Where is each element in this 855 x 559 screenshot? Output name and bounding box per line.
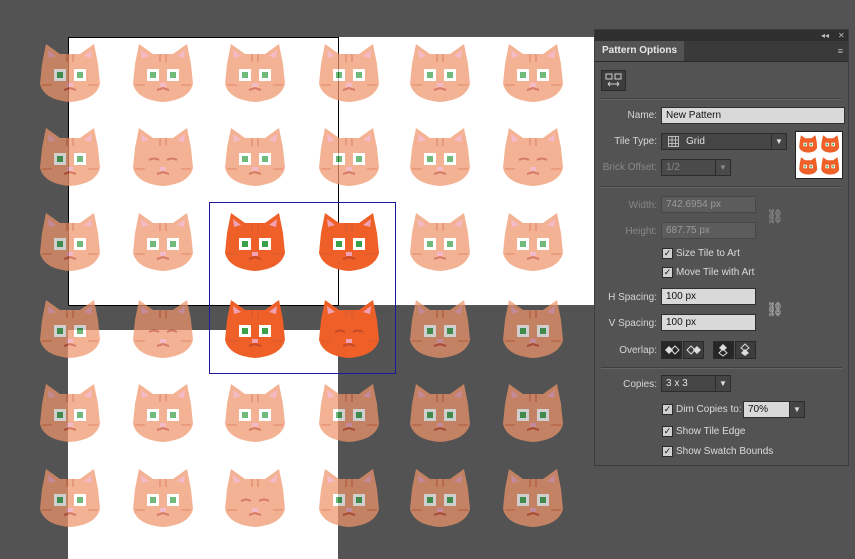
cat-tile [221,40,289,108]
copies-value: 3 x 3 [666,378,688,389]
cat-tile [406,380,474,448]
cat-tile [406,465,474,533]
show-tile-edge-label: Show Tile Edge [676,426,746,437]
v-spacing-field[interactable]: 100 px [661,314,756,331]
cat-tile [36,40,104,108]
brick-offset-value: 1/2 [666,162,680,173]
dim-copies-label: Dim Copies to: [676,404,742,415]
cat-tile [36,296,104,364]
width-field: 742.6954 px [661,196,756,213]
cat-tile [499,124,567,192]
cat-tile [499,40,567,108]
cat-tile [406,40,474,108]
cat-tile [129,296,197,364]
cat-tile [129,40,197,108]
overlap-left-in-front-button[interactable] [661,341,682,359]
overlap-bottom-in-front-button[interactable] [735,341,756,359]
cat-tile [129,124,197,192]
separator [601,98,842,100]
dim-copies-value: 70% [748,404,769,415]
tile-type-select[interactable]: Grid ▼ [661,133,787,150]
overlap-top-in-front-button[interactable] [713,341,734,359]
overlap-left-icon [665,345,680,355]
cat-tile [315,124,383,192]
show-tile-edge-checkbox[interactable]: ✓ [662,426,673,437]
cat-tile [315,380,383,448]
cat-tile [129,209,197,277]
move-tile-with-art-label: Move Tile with Art [676,267,755,278]
brick-offset-select: 1/2 ▼ [661,159,731,176]
height-label: Height: [625,226,657,237]
tile-editor-tool-button[interactable] [601,70,626,91]
show-swatch-bounds-checkbox[interactable]: ✓ [662,446,673,457]
canvas[interactable] [0,0,594,559]
h-spacing-field[interactable]: 100 px [661,288,756,305]
chevron-down-icon[interactable]: ▼ [789,402,804,417]
chevron-down-icon: ▼ [771,134,786,149]
h-spacing-label: H Spacing: [608,292,657,303]
cat-tile [499,465,567,533]
cat-tile [221,124,289,192]
width-label: Width: [628,200,657,211]
cat-tile [406,209,474,277]
brick-offset-label: Brick Offset: [602,162,657,173]
name-label: Name: [627,110,657,121]
dim-copies-checkbox[interactable]: ✓ [662,404,673,415]
panel-menu-icon[interactable]: ≡ [838,46,843,56]
dim-copies-field[interactable]: 70% ▼ [743,401,805,418]
tile-type-label: Tile Type: [614,136,657,147]
cat-tile [36,380,104,448]
cat-tile [499,296,567,364]
overlap-label: Overlap: [619,345,657,356]
swatch-preview [795,131,843,179]
cat-tile [221,380,289,448]
copies-label: Copies: [623,379,657,390]
tab-pattern-options[interactable]: Pattern Options [595,41,685,61]
cat-tile [315,465,383,533]
separator [601,186,842,188]
close-icon[interactable]: ✕ [838,30,845,41]
name-field[interactable]: New Pattern [661,107,845,124]
move-tile-with-art-checkbox[interactable]: ✓ [662,267,673,278]
separator [601,367,842,369]
chevron-down-icon: ▼ [715,376,730,391]
tile-type-value: Grid [686,136,705,147]
cat-tile [36,124,104,192]
grid-icon [668,136,679,147]
overlap-top-icon [718,344,728,357]
v-spacing-label: V Spacing: [608,318,657,329]
cat-tile [406,296,474,364]
tile-editor-icon [605,73,622,87]
selection-bounds[interactable] [209,202,396,374]
panel-title-bar[interactable]: ◂◂ ✕ [595,30,848,41]
cat-tile [129,465,197,533]
overlap-bottom-icon [740,343,750,356]
overlap-right-in-front-button[interactable] [683,341,704,359]
link-spacing-icon[interactable]: ⛓ [766,301,784,318]
overlap-right-icon [686,345,701,355]
panel-tab-bar: Pattern Options ≡ [595,41,848,62]
size-tile-to-art-checkbox[interactable]: ✓ [662,248,673,259]
copies-select[interactable]: 3 x 3 ▼ [661,375,731,392]
cat-tile [36,209,104,277]
cat-tile [315,40,383,108]
link-proportions-icon: ⛓ [766,208,784,224]
cat-tile [406,124,474,192]
swatch-preview-art [799,135,840,175]
collapse-icon[interactable]: ◂◂ [821,30,829,41]
cat-tile [499,380,567,448]
cat-tile [221,465,289,533]
cat-tile [36,465,104,533]
chevron-down-icon: ▼ [715,160,730,175]
show-swatch-bounds-label: Show Swatch Bounds [676,446,774,457]
cat-tile [499,209,567,277]
pattern-options-panel: ◂◂ ✕ Pattern Options ≡ Name: New Pattern… [594,29,849,466]
cat-tile [129,380,197,448]
height-field: 687.75 px [661,222,756,239]
size-tile-to-art-label: Size Tile to Art [676,248,740,259]
